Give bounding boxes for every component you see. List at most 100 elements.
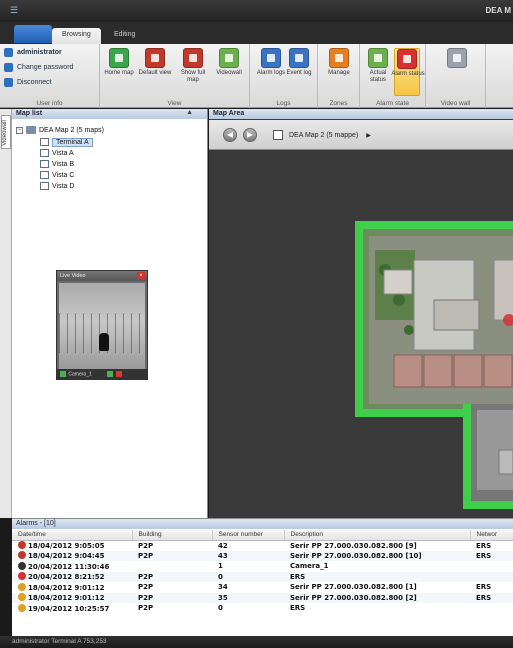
column-header-datetime[interactable]: Date/time [12,530,133,541]
column-header-sensor-number[interactable]: Sensor number [212,530,285,541]
tab-editing[interactable]: Editing [104,28,145,44]
alarm-log-icon [261,48,281,68]
map-icon [40,149,49,157]
column-header-network[interactable]: Networ [470,530,513,541]
table-row[interactable]: 18/04/2012 9:01:12 P2P 35 Serir PP 27.00… [12,592,513,603]
cell-description: Serir PP 27.000.030.082.800 [9] [290,541,417,550]
table-row[interactable]: 18/04/2012 9:01:12 P2P 34 Serir PP 27.00… [12,582,513,593]
map-list-header: Map list ▲ [12,109,207,119]
home-map-button[interactable]: Home map [104,48,134,96]
cell-network [470,571,513,582]
table-row[interactable]: 20/04/2012 8:21:52 P2P 0 ERS [12,571,513,582]
cell-network [470,561,513,572]
app-menu-icon[interactable]: ☰ [10,5,20,15]
warning-icon [18,603,26,612]
table-row[interactable]: 19/04/2012 10:25:57 P2P 0 ERS [12,603,513,614]
videowall-side-tab[interactable]: Videowall [1,115,11,149]
cell-sensor: 34 [218,583,228,592]
tree-item-vista-d[interactable]: Vista D [40,181,74,191]
ribbon: administrator Change password Disconnect… [0,44,513,108]
table-row[interactable]: 18/04/2012 9:05:05 P2P 42 Serir PP 27.00… [12,540,513,551]
group-label-view: View [167,100,182,107]
status-text: administrator Terminal A 753,253 [12,638,107,645]
pin-icon[interactable]: ▲ [186,109,193,116]
cell-datetime: 20/04/2012 11:30:46 [12,561,132,572]
cell-datetime: 18/04/2012 9:05:05 [12,540,132,551]
record-icon[interactable] [107,371,114,377]
building-annex[interactable] [433,299,480,331]
building-roof-3[interactable] [453,354,483,388]
event-log-button[interactable]: Event log [286,48,312,96]
building-roof-4[interactable] [483,354,513,388]
building-roof-2[interactable] [423,354,453,388]
alarms-panel: Alarms - [10] Date/time Building Sensor … [12,518,513,636]
actual-status-button[interactable]: Actual status [365,48,391,96]
cell-datetime: 18/04/2012 9:01:12 [12,582,132,593]
map-group-icon [26,126,36,134]
cell-sensor: 0 [218,604,223,613]
camera-icon [18,561,26,570]
group-logs: Alarm logs Event log Logs [250,44,318,108]
group-user-info: administrator Change password Disconnect… [0,44,100,108]
breadcrumb-arrow-icon[interactable]: ▶ [366,132,371,139]
alarm-status-button[interactable]: Alarm status [391,48,425,96]
show-full-map-button[interactable]: Show full map [180,48,206,96]
username-item: administrator [4,47,62,58]
warning-icon [18,582,26,591]
map-area-panel: Map Area ◀ ▶ DEA Map 2 (5 mappe) ▶ [209,109,513,518]
tree-item-vista-b[interactable]: Vista B [40,159,74,169]
cell-description: Serir PP 27.000.030.082.800 [10] [284,550,470,561]
cell-building: P2P [138,583,154,592]
close-icon[interactable]: × [137,272,145,280]
column-header-building[interactable]: Building [132,530,213,541]
cell-datetime: 18/04/2012 9:04:45 [12,550,132,561]
camera-feed [59,283,145,369]
cell-description: ERS [284,571,470,582]
cell-description: Camera_1 [290,562,329,571]
video-wall-layout-button[interactable] [444,48,470,96]
application-button[interactable] [14,25,52,43]
side-dock-strip: Videowall [0,109,12,518]
stop-icon[interactable] [115,371,122,377]
collapse-icon[interactable]: − [16,126,23,134]
cell-building: P2P [138,541,154,550]
home-icon[interactable] [273,130,283,140]
group-label-logs: Logs [276,100,291,107]
error-icon [18,572,26,581]
tree-item-terminal-a[interactable]: Terminal A [40,137,93,147]
videowall-button[interactable]: Videowall [216,48,242,96]
forward-button[interactable]: ▶ [243,128,257,142]
cell-description: ERS [290,604,306,613]
alarms-table: Date/time Building Sensor number Descrip… [12,530,513,614]
home-icon [109,48,129,68]
cell-description: Serir PP 27.000.030.082.800 [2] [284,592,470,603]
disconnect-button[interactable]: Disconnect [4,77,52,88]
tree-item-vista-a[interactable]: Vista A [40,148,74,158]
cell-datetime: 18/04/2012 9:01:12 [12,592,132,603]
tree-root[interactable]: − DEA Map 2 (5 maps) [16,125,104,135]
building-east[interactable] [493,259,513,321]
building-roof-1[interactable] [393,354,423,388]
building-small[interactable] [383,269,413,295]
manage-zones-button[interactable]: Manage [326,48,352,96]
video-wall-grid-icon [447,48,467,68]
live-video-window[interactable]: Live Video × Camera_1 [56,270,148,380]
tree [404,325,414,335]
cell-sensor: 1 [218,562,223,571]
building-south[interactable] [498,449,513,475]
column-header-description[interactable]: Description [284,530,471,541]
table-row[interactable]: 20/04/2012 11:30:46 1 Camera_1 [12,561,513,572]
back-button[interactable]: ◀ [223,128,237,142]
default-view-button[interactable]: Default view [139,48,171,96]
tree-item-vista-c[interactable]: Vista C [40,170,74,180]
play-icon[interactable] [60,371,66,377]
live-video-titlebar[interactable]: Live Video × [57,271,147,281]
change-password-button[interactable]: Change password [4,62,73,73]
table-row[interactable]: 18/04/2012 9:04:45 P2P 43 Serir PP 27.00… [12,550,513,561]
alarm-status-icon [397,49,417,69]
group-alarm-state: Actual status Alarm status Alarm state [360,44,426,108]
alarm-logs-button[interactable]: Alarm logs [257,48,285,96]
tab-browsing[interactable]: Browsing [52,28,101,44]
window-title: DEA M [485,6,511,15]
map-canvas[interactable] [209,150,513,518]
